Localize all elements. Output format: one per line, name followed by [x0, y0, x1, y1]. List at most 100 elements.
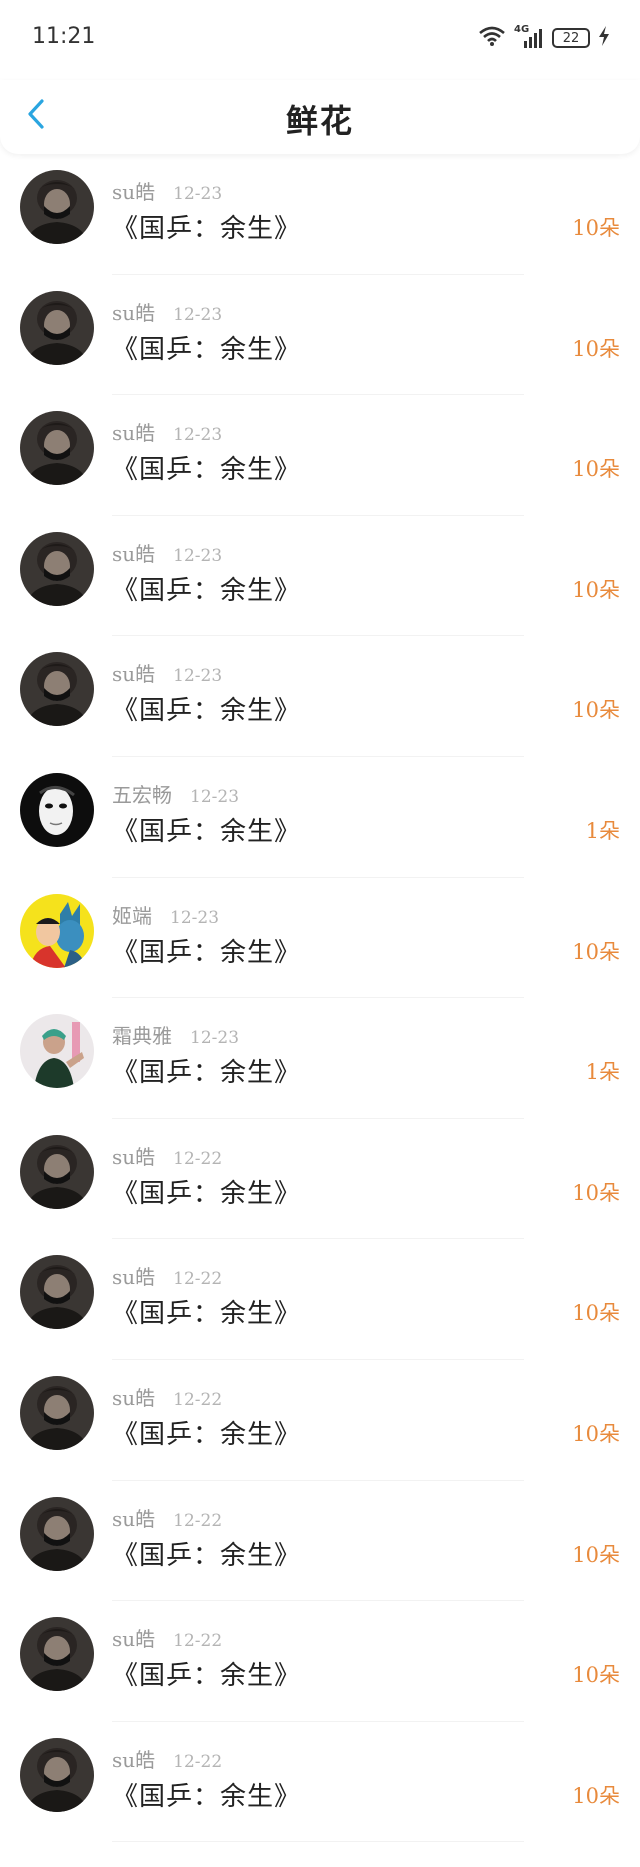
flower-amount: 10朵: [572, 457, 620, 482]
user-name[interactable]: 五宏畅: [112, 779, 172, 808]
list-item[interactable]: su皓 12-22 《国乒：余生》 10朵: [0, 1601, 640, 1722]
signal-icon: 4G: [514, 24, 544, 49]
list-item[interactable]: su皓 12-22 《国乒：余生》 10朵: [0, 1481, 640, 1602]
avatar-image: [20, 1496, 94, 1571]
flower-amount: 10朵: [572, 1783, 620, 1808]
avatar[interactable]: [20, 1134, 94, 1209]
flower-amount: 1朵: [585, 818, 620, 843]
name-line: su皓 12-22: [112, 1141, 222, 1170]
avatar-image: [20, 1737, 94, 1812]
user-name[interactable]: 霜典雅: [112, 1020, 172, 1049]
date: 12-23: [170, 907, 220, 928]
name-line: su皓 12-23: [112, 417, 222, 446]
list-item[interactable]: su皓 12-22 《国乒：余生》 10朵: [0, 1360, 640, 1481]
avatar[interactable]: [20, 893, 94, 968]
avatar[interactable]: [20, 411, 94, 486]
avatar[interactable]: [20, 170, 94, 244]
book-title[interactable]: 《国乒：余生》: [112, 329, 301, 366]
avatar-image: [20, 1617, 94, 1692]
user-name[interactable]: 姬端: [112, 900, 152, 929]
list-item[interactable]: 霜典雅 12-23 《国乒：余生》 1朵: [0, 998, 640, 1119]
date: 12-22: [173, 1631, 223, 1652]
list-item[interactable]: su皓 12-22 《国乒：余生》 10朵: [0, 1722, 640, 1843]
list-item[interactable]: su皓 12-23 《国乒：余生》 10朵: [0, 516, 640, 637]
name-line: 姬端 12-23: [112, 900, 219, 929]
avatar-image: [20, 772, 94, 847]
date: 12-23: [173, 666, 223, 687]
user-name[interactable]: su皓: [112, 1744, 155, 1773]
book-title[interactable]: 《国乒：余生》: [112, 811, 301, 848]
user-name[interactable]: su皓: [112, 658, 155, 687]
name-line: su皓 12-22: [112, 1744, 222, 1773]
book-title[interactable]: 《国乒：余生》: [112, 1052, 301, 1089]
user-name[interactable]: su皓: [112, 538, 155, 567]
name-line: su皓 12-22: [112, 1261, 222, 1290]
charging-icon: [598, 25, 610, 51]
book-title[interactable]: 《国乒：余生》: [112, 570, 301, 607]
header: 鲜花: [0, 80, 640, 154]
name-line: su皓 12-23: [112, 176, 222, 205]
avatar[interactable]: [20, 1014, 94, 1089]
list-item[interactable]: su皓 12-22 《国乒：余生》 10朵: [0, 1239, 640, 1360]
battery-icon: 22: [552, 28, 590, 48]
flower-amount: 10朵: [572, 1180, 620, 1205]
user-name[interactable]: su皓: [112, 1141, 155, 1170]
book-title[interactable]: 《国乒：余生》: [112, 1414, 301, 1451]
list-item[interactable]: su皓 12-23 《国乒：余生》 10朵: [0, 154, 640, 275]
list-item[interactable]: su皓 12-23 《国乒：余生》 10朵: [0, 395, 640, 516]
avatar[interactable]: [20, 1496, 94, 1571]
book-title[interactable]: 《国乒：余生》: [112, 449, 301, 486]
avatar[interactable]: [20, 772, 94, 847]
wifi-icon: [478, 25, 506, 51]
status-bar: 11:21 4G 22: [0, 0, 640, 80]
name-line: su皓 12-22: [112, 1382, 222, 1411]
date: 12-23: [173, 425, 223, 446]
name-line: 霜典雅 12-23: [112, 1020, 239, 1049]
date: 12-22: [173, 1389, 223, 1410]
book-title[interactable]: 《国乒：余生》: [112, 1655, 301, 1692]
book-title[interactable]: 《国乒：余生》: [112, 208, 301, 245]
list-item[interactable]: su皓 12-23 《国乒：余生》 10朵: [0, 275, 640, 396]
book-title[interactable]: 《国乒：余生》: [112, 690, 301, 727]
avatar[interactable]: [20, 290, 94, 365]
date: 12-23: [173, 545, 223, 566]
avatar-image: [20, 1134, 94, 1209]
avatar[interactable]: [20, 1617, 94, 1692]
user-name[interactable]: su皓: [112, 1261, 155, 1290]
date: 12-23: [190, 786, 240, 807]
name-line: su皓 12-23: [112, 297, 222, 326]
list-item[interactable]: su皓 12-22 《国乒：余生》 10朵: [0, 1119, 640, 1240]
flower-amount: 10朵: [572, 216, 620, 240]
user-name[interactable]: su皓: [112, 176, 155, 205]
name-line: su皓 12-23: [112, 538, 222, 567]
list-item[interactable]: 姬端 12-23 《国乒：余生》 10朵: [0, 878, 640, 999]
date: 12-23: [190, 1028, 240, 1049]
list-item[interactable]: 五宏畅 12-23 《国乒：余生》 1朵: [0, 757, 640, 878]
avatar[interactable]: [20, 1255, 94, 1330]
date: 12-22: [173, 1148, 223, 1169]
book-title[interactable]: 《国乒：余生》: [112, 1776, 301, 1813]
avatar-image: [20, 1375, 94, 1450]
user-name[interactable]: su皓: [112, 1623, 155, 1652]
book-title[interactable]: 《国乒：余生》: [112, 1535, 301, 1572]
book-title[interactable]: 《国乒：余生》: [112, 1293, 301, 1330]
book-title[interactable]: 《国乒：余生》: [112, 932, 301, 969]
avatar[interactable]: [20, 531, 94, 606]
book-title[interactable]: 《国乒：余生》: [112, 1173, 301, 1210]
user-name[interactable]: su皓: [112, 417, 155, 446]
date: 12-23: [173, 304, 223, 325]
name-line: su皓 12-23: [112, 658, 222, 687]
avatar-image: [20, 290, 94, 365]
user-name[interactable]: su皓: [112, 297, 155, 326]
user-name[interactable]: su皓: [112, 1503, 155, 1532]
avatar-image: [20, 411, 94, 486]
user-name[interactable]: su皓: [112, 1382, 155, 1411]
avatar[interactable]: [20, 1375, 94, 1450]
avatar-image: [20, 170, 94, 244]
avatar[interactable]: [20, 1737, 94, 1812]
avatar[interactable]: [20, 652, 94, 727]
divider: [112, 1841, 524, 1843]
avatar-image: [20, 1255, 94, 1330]
avatar-image: [20, 531, 94, 606]
list-item[interactable]: su皓 12-23 《国乒：余生》 10朵: [0, 636, 640, 757]
